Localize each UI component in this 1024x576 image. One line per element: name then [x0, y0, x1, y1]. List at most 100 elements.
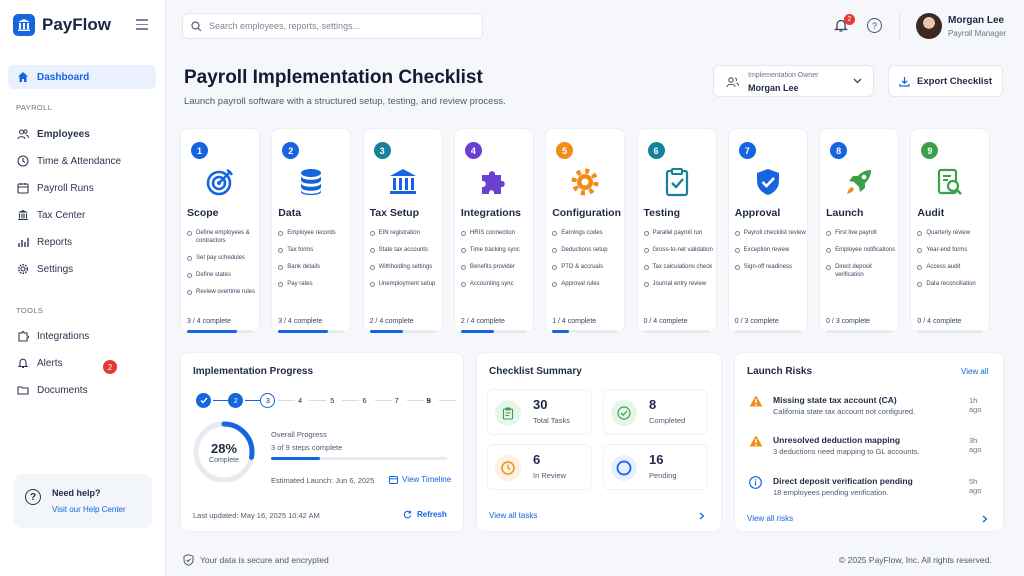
checkbox-circle-icon[interactable]: [734, 247, 740, 253]
view-all-link[interactable]: View all: [961, 367, 988, 376]
stage-card-testing[interactable]: 6 Testing Parallel payroll run Gross-to-n…: [636, 128, 717, 333]
checklist-item[interactable]: Deductions setup: [552, 246, 624, 254]
export-checklist-button[interactable]: Export Checklist: [888, 65, 1003, 97]
checklist-item[interactable]: Approval rules: [552, 280, 624, 288]
checklist-item[interactable]: Quarterly review: [917, 229, 989, 237]
checkbox-circle-icon[interactable]: [917, 230, 923, 236]
checkbox-circle-icon[interactable]: [278, 281, 284, 287]
checklist-item[interactable]: Tax calculations check: [643, 263, 716, 271]
search-box[interactable]: [182, 13, 483, 39]
sidebar-item-employees[interactable]: Employees: [8, 122, 156, 146]
checkbox-circle-icon[interactable]: [369, 230, 375, 236]
checkbox-circle-icon[interactable]: [643, 247, 649, 253]
chevron-right-icon[interactable]: [982, 515, 988, 523]
stage-card-approval[interactable]: 7 Approval Payroll checklist review Excep…: [727, 128, 808, 333]
stage-card-configuration[interactable]: 5 Configuration Earnings codes Deductions…: [545, 128, 626, 333]
checklist-item[interactable]: Withholding settings: [369, 263, 442, 271]
step-3[interactable]: 3: [260, 393, 276, 408]
checklist-item[interactable]: Direct deposit verification: [826, 263, 898, 279]
chevron-right-icon[interactable]: [699, 512, 705, 520]
checklist-item[interactable]: Bank details: [278, 263, 350, 271]
checkbox-circle-icon[interactable]: [826, 230, 832, 236]
step-4[interactable]: 4: [293, 393, 308, 408]
checkbox-circle-icon[interactable]: [278, 247, 284, 253]
sidebar-item-integrations[interactable]: Integrations: [8, 324, 156, 348]
checkbox-circle-icon[interactable]: [734, 264, 740, 270]
checkbox-circle-icon[interactable]: [917, 247, 923, 253]
checkbox-circle-icon[interactable]: [278, 264, 284, 270]
checkbox-circle-icon[interactable]: [552, 230, 558, 236]
checkbox-circle-icon[interactable]: [369, 264, 375, 270]
checkbox-circle-icon[interactable]: [460, 230, 466, 236]
checklist-item[interactable]: Accounting sync: [460, 280, 533, 288]
checklist-item[interactable]: HRIS connection: [460, 229, 533, 237]
stage-card-audit[interactable]: 9 Audit Quarterly review Year-end forms Ac…: [910, 128, 991, 333]
sidebar-item-payroll-runs[interactable]: Payroll Runs: [8, 176, 156, 200]
risk-item[interactable]: Unresolved deduction mapping 3 deduction…: [749, 435, 982, 465]
checklist-item[interactable]: Earnings codes: [552, 229, 624, 237]
checklist-item[interactable]: Data reconciliation: [917, 280, 989, 288]
checklist-item[interactable]: Review overtime rules: [187, 288, 259, 296]
risk-item[interactable]: Direct deposit verification pending 18 e…: [749, 476, 982, 506]
checklist-item[interactable]: Access audit: [917, 263, 989, 271]
checkbox-circle-icon[interactable]: [460, 264, 466, 270]
checklist-item[interactable]: Define states: [187, 271, 259, 279]
checkbox-circle-icon[interactable]: [917, 264, 923, 270]
checkbox-circle-icon[interactable]: [552, 281, 558, 287]
checklist-item[interactable]: Benefits provider: [460, 263, 533, 271]
step-6[interactable]: 6: [357, 393, 372, 408]
stage-card-tax-setup[interactable]: 3 Tax Setup EIN registration State tax ac…: [362, 128, 443, 333]
checklist-item[interactable]: Time tracking sync: [460, 246, 533, 254]
avatar[interactable]: [916, 13, 942, 39]
checkbox-circle-icon[interactable]: [460, 281, 466, 287]
checkbox-circle-icon[interactable]: [369, 247, 375, 253]
checkbox-circle-icon[interactable]: [643, 281, 649, 287]
checkbox-circle-icon[interactable]: [826, 264, 832, 270]
sidebar-item-reports[interactable]: Reports: [8, 230, 156, 254]
checklist-item[interactable]: Pay rates: [278, 280, 350, 288]
refresh-button[interactable]: Refresh: [403, 510, 447, 519]
checkbox-circle-icon[interactable]: [460, 247, 466, 253]
sidebar-item-alerts[interactable]: Alerts: [8, 351, 156, 375]
stage-card-data[interactable]: 2 Data Employee records Tax forms Bank det…: [271, 128, 352, 333]
checklist-item[interactable]: Payroll checklist review: [734, 229, 807, 237]
step-5[interactable]: 5: [325, 393, 340, 408]
view-all-tasks-link[interactable]: View all tasks: [489, 511, 537, 520]
checklist-item[interactable]: Year-end forms: [917, 246, 989, 254]
checkbox-circle-icon[interactable]: [187, 255, 192, 261]
checkbox-circle-icon[interactable]: [643, 230, 649, 236]
stage-card-scope[interactable]: 1 Scope Define employees & contractors Se…: [180, 128, 260, 333]
checkbox-circle-icon[interactable]: [187, 230, 192, 236]
step-9[interactable]: 9: [421, 393, 436, 408]
checklist-item[interactable]: Parallel payroll run: [643, 229, 716, 237]
checkbox-circle-icon[interactable]: [552, 264, 558, 270]
checklist-item[interactable]: Journal entry review: [643, 280, 716, 288]
stage-card-launch[interactable]: 8 Launch First live payroll Employee noti…: [819, 128, 900, 333]
checkbox-circle-icon[interactable]: [917, 281, 923, 287]
sidebar-item-time-attendance[interactable]: Time & Attendance: [8, 149, 156, 173]
help-center-link[interactable]: Visit our Help Center: [52, 505, 126, 514]
checklist-item[interactable]: Sign-off readiness: [734, 263, 807, 271]
help-question-icon[interactable]: ?: [867, 18, 882, 33]
sidebar-item-settings[interactable]: Settings: [8, 257, 156, 281]
checklist-item[interactable]: First live payroll: [826, 229, 898, 237]
checklist-item[interactable]: Employee notifications: [826, 246, 898, 254]
checkbox-circle-icon[interactable]: [278, 230, 284, 236]
checklist-item[interactable]: EIN registration: [369, 229, 442, 237]
checklist-item[interactable]: Tax forms: [278, 246, 350, 254]
sidebar-item-documents[interactable]: Documents: [8, 378, 156, 402]
checkbox-circle-icon[interactable]: [187, 272, 192, 278]
sidebar-item-dashboard[interactable]: Dashboard: [8, 65, 156, 89]
view-all-risks-link[interactable]: View all risks: [747, 514, 793, 523]
checklist-item[interactable]: Exception review: [734, 246, 807, 254]
search-input[interactable]: [209, 21, 469, 31]
checkbox-circle-icon[interactable]: [826, 247, 832, 253]
checkbox-circle-icon[interactable]: [187, 289, 192, 295]
checklist-item[interactable]: PTO & accruals: [552, 263, 624, 271]
checklist-item[interactable]: Define employees & contractors: [187, 229, 259, 245]
checkbox-circle-icon[interactable]: [643, 264, 649, 270]
checkbox-circle-icon[interactable]: [734, 230, 740, 236]
checklist-item[interactable]: State tax accounts: [369, 246, 442, 254]
view-timeline-link[interactable]: View Timeline: [389, 475, 451, 484]
checkbox-circle-icon[interactable]: [369, 281, 375, 287]
